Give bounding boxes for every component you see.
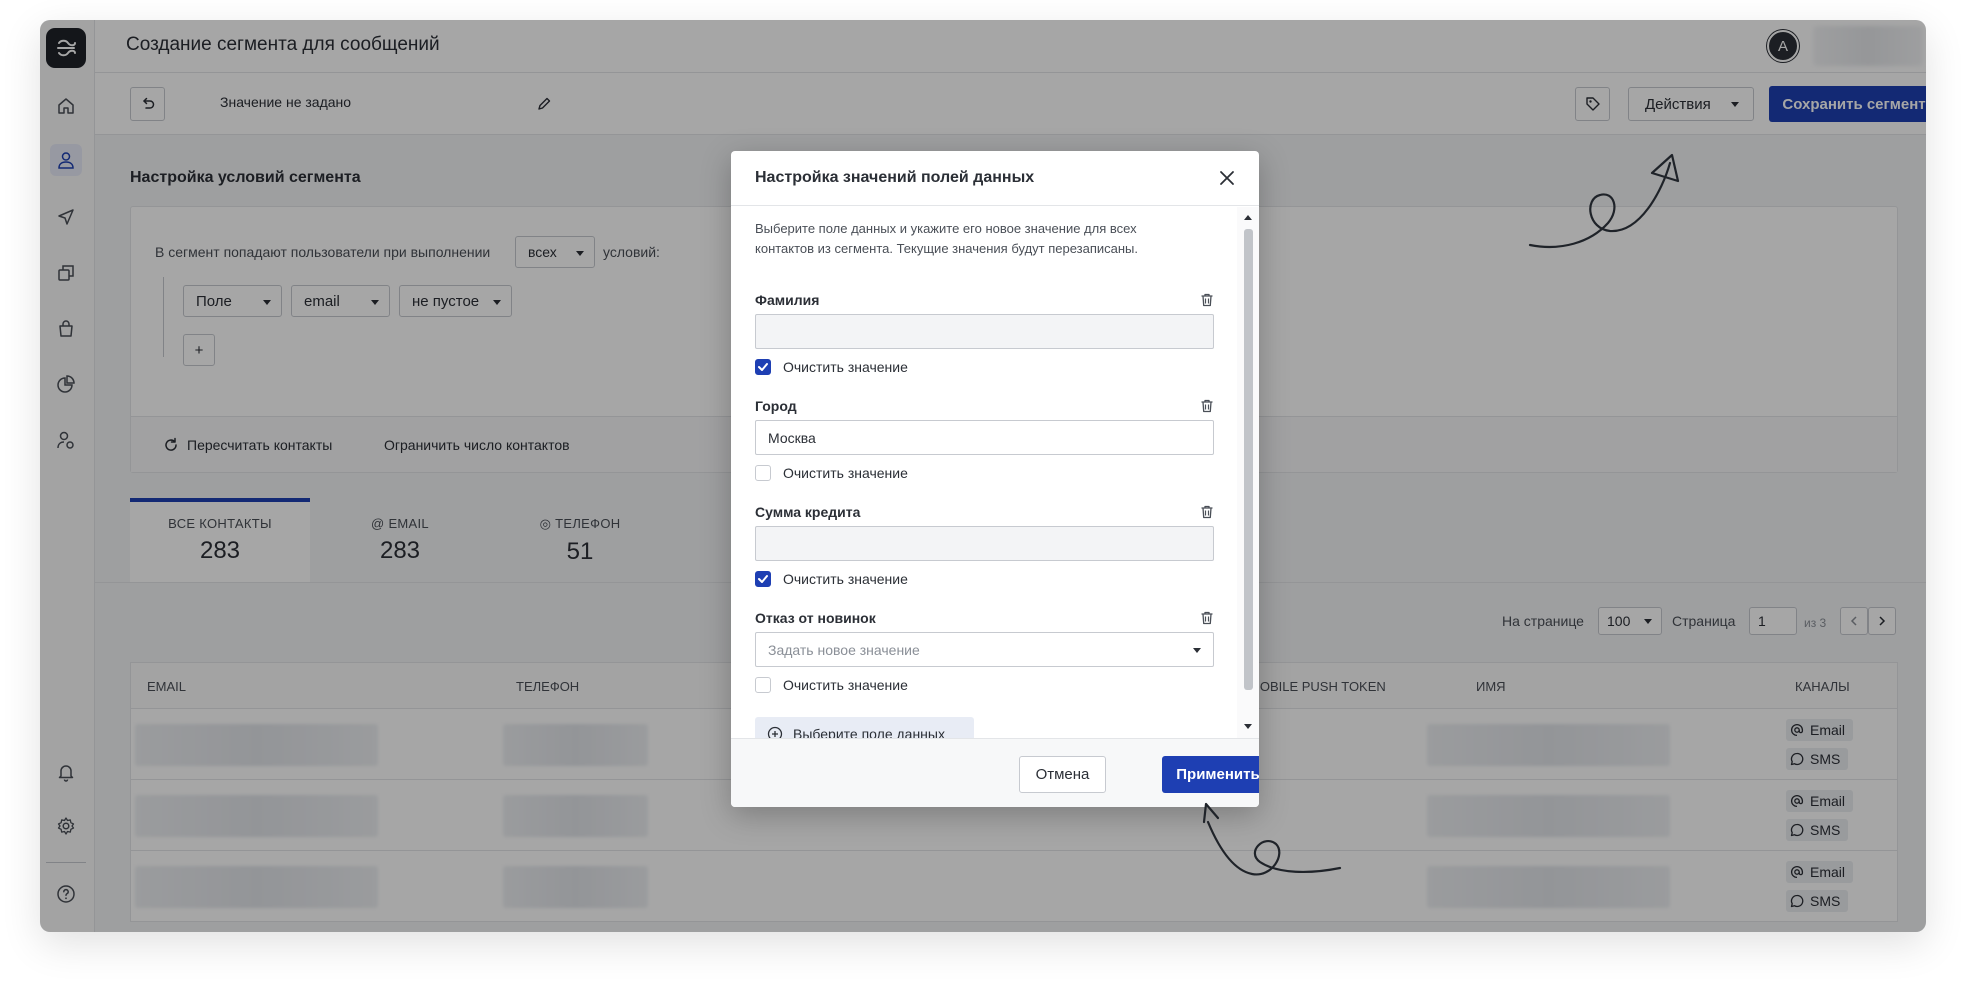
field-label: Фамилия xyxy=(755,292,820,308)
scrollbar-thumb[interactable] xyxy=(1244,229,1253,690)
select-placeholder: Задать новое значение xyxy=(768,641,920,658)
dialog-footer: Отмена Применить xyxy=(731,738,1259,807)
cancel-button[interactable]: Отмена xyxy=(1019,756,1106,793)
dialog-body: Выберите поле данных и укажите его новое… xyxy=(731,207,1237,738)
annotation-arrow-icon xyxy=(1202,802,1342,876)
city-input[interactable]: Москва xyxy=(755,420,1214,455)
close-icon xyxy=(1220,171,1234,185)
trash-icon xyxy=(1201,399,1213,413)
checkbox-label: Очистить значение xyxy=(783,677,908,693)
dialog-description: Выберите поле данных и укажите его новое… xyxy=(755,221,1139,256)
opt-out-select[interactable]: Задать новое значение xyxy=(755,632,1214,667)
check-icon xyxy=(758,575,768,583)
apply-button[interactable]: Применить xyxy=(1162,756,1259,793)
check-icon xyxy=(758,363,768,371)
delete-field-button[interactable] xyxy=(1199,504,1215,520)
app-window: Создание сегмента для сообщений A Значен… xyxy=(40,20,1926,932)
plus-circle-icon xyxy=(767,726,783,738)
add-data-field-label: Выберите поле данных xyxy=(793,725,945,739)
trash-icon xyxy=(1201,293,1213,307)
delete-field-button[interactable] xyxy=(1199,610,1215,626)
scroll-up-icon[interactable] xyxy=(1244,215,1252,220)
field-label: Сумма кредита xyxy=(755,504,861,520)
trash-icon xyxy=(1201,505,1213,519)
scroll-down-icon[interactable] xyxy=(1244,724,1252,729)
lastname-input[interactable] xyxy=(755,314,1214,349)
clear-opt-out-checkbox[interactable] xyxy=(755,677,771,693)
checkbox-label: Очистить значение xyxy=(783,359,908,375)
delete-field-button[interactable] xyxy=(1199,292,1215,308)
dialog-title: Настройка значений полей данных xyxy=(755,169,1035,186)
close-button[interactable] xyxy=(1217,168,1237,188)
checkbox-label: Очистить значение xyxy=(783,571,908,587)
clear-city-checkbox[interactable] xyxy=(755,465,771,481)
field-label: Отказ от новинок xyxy=(755,610,876,626)
dialog-header: Настройка значений полей данных xyxy=(731,151,1259,206)
delete-field-button[interactable] xyxy=(1199,398,1215,414)
add-data-field-button[interactable]: Выберите поле данных xyxy=(755,717,974,738)
annotation-arrow-icon xyxy=(1528,153,1680,249)
trash-icon xyxy=(1201,611,1213,625)
chevron-down-icon xyxy=(1193,648,1201,653)
clear-credit-checkbox[interactable] xyxy=(755,571,771,587)
credit-amount-input[interactable] xyxy=(755,526,1214,561)
checkbox-label: Очистить значение xyxy=(783,465,908,481)
dialog-scrollbar[interactable] xyxy=(1237,207,1259,738)
field-values-dialog: Настройка значений полей данных Выберите… xyxy=(731,151,1259,807)
field-label: Город xyxy=(755,398,797,414)
clear-lastname-checkbox[interactable] xyxy=(755,359,771,375)
